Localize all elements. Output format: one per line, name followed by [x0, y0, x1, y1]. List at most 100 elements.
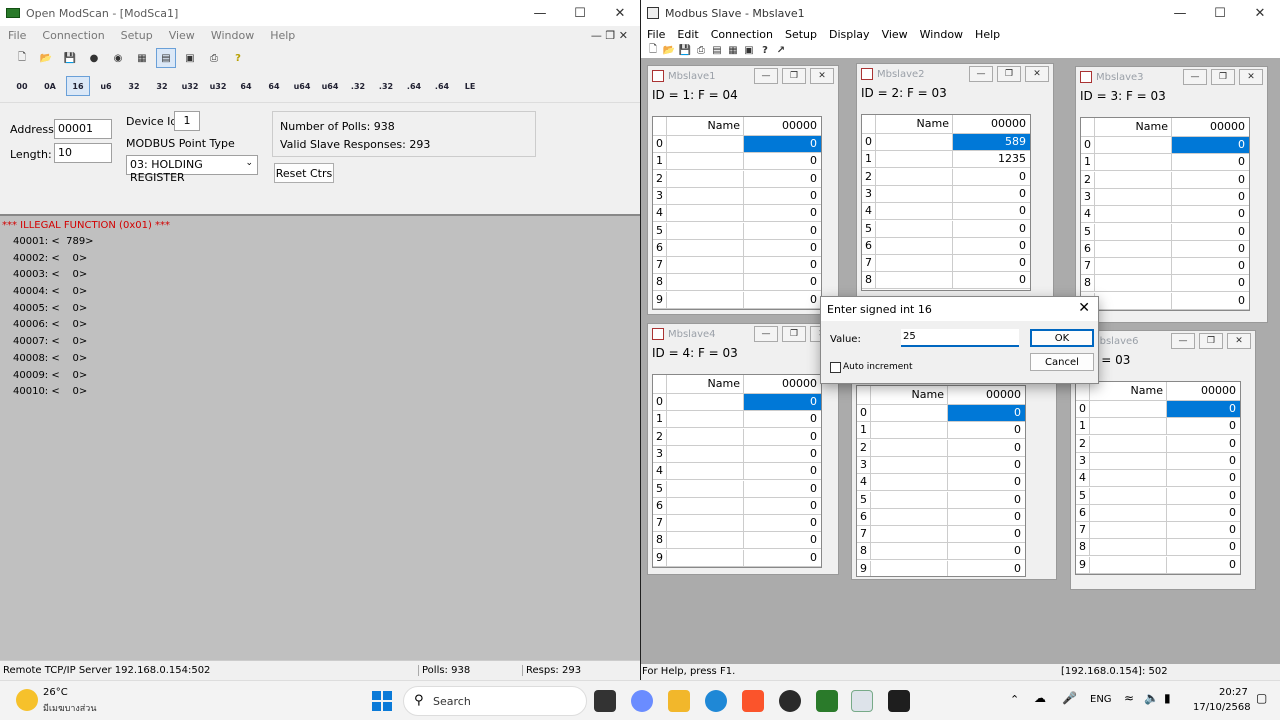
- restore-button[interactable]: ❐: [997, 66, 1021, 82]
- wifi-icon[interactable]: ≈: [1124, 691, 1134, 705]
- close-icon[interactable]: ✕: [1078, 300, 1090, 316]
- table-row[interactable]: 5 0: [862, 220, 1030, 238]
- row-value[interactable]: 0: [744, 550, 821, 566]
- print-icon[interactable]: ⎙: [204, 48, 224, 68]
- row-name[interactable]: [667, 463, 744, 480]
- restore-button[interactable]: ❐: [1211, 69, 1235, 85]
- dialog-titlebar[interactable]: Enter signed int 16 ✕: [821, 297, 1098, 321]
- context-help-icon[interactable]: ↗: [774, 43, 788, 57]
- format-1-button[interactable]: 0A: [38, 76, 62, 96]
- row-name[interactable]: [1090, 401, 1167, 417]
- row-value[interactable]: 0: [744, 532, 821, 548]
- menu-window[interactable]: Window: [203, 29, 262, 42]
- table-row[interactable]: 2 0: [1081, 171, 1249, 189]
- format-6-button[interactable]: u32: [178, 76, 202, 96]
- table-row[interactable]: 7 0: [1076, 522, 1240, 540]
- log-icon[interactable]: ▣: [180, 48, 200, 68]
- row-name[interactable]: [871, 543, 948, 560]
- help-icon[interactable]: ?: [228, 48, 248, 68]
- point-type-select[interactable]: 03: HOLDING REGISTER ⌄: [126, 155, 258, 184]
- row-value[interactable]: 0: [953, 203, 1030, 219]
- row-name[interactable]: [667, 274, 744, 291]
- disconnect-icon[interactable]: ◉: [108, 48, 128, 68]
- minimize-button[interactable]: —: [520, 0, 560, 26]
- row-name[interactable]: [1095, 240, 1172, 257]
- table-row[interactable]: 0 0: [653, 394, 821, 411]
- slave-window-2[interactable]: Mbslave2 — ❐ ✕ ID = 2: F = 03 Name 00000 0 …: [856, 63, 1054, 313]
- address-input[interactable]: 00001: [54, 119, 112, 139]
- row-name[interactable]: [1090, 504, 1167, 521]
- row-name[interactable]: [667, 136, 744, 152]
- row-value[interactable]: 0: [744, 274, 821, 290]
- table-row[interactable]: 9 0: [1081, 292, 1249, 310]
- table-row[interactable]: 2 0: [653, 428, 821, 446]
- row-value[interactable]: 0: [1172, 154, 1249, 170]
- close-button[interactable]: ✕: [1240, 0, 1280, 26]
- row-name[interactable]: [1095, 137, 1172, 153]
- row-value[interactable]: 0: [1172, 137, 1249, 153]
- row-value[interactable]: 0: [948, 543, 1025, 559]
- clock-time[interactable]: 20:27: [1219, 687, 1248, 698]
- volume-icon[interactable]: 🔈: [1144, 691, 1159, 705]
- row-name[interactable]: [871, 560, 948, 576]
- restore-button[interactable]: ❐: [782, 68, 806, 84]
- table-row[interactable]: 1 0: [1081, 154, 1249, 172]
- format-10-button[interactable]: u64: [290, 76, 314, 96]
- row-value[interactable]: 0: [744, 257, 821, 273]
- row-name[interactable]: [871, 474, 948, 491]
- row-value[interactable]: 0: [953, 238, 1030, 254]
- table-row[interactable]: 6 0: [862, 237, 1030, 255]
- auto-increment-checkbox[interactable]: [830, 362, 841, 373]
- menu-window[interactable]: Window: [914, 28, 969, 41]
- row-name[interactable]: [667, 549, 744, 566]
- menu-help[interactable]: Help: [969, 28, 1006, 41]
- row-name[interactable]: [667, 187, 744, 204]
- menu-setup[interactable]: Setup: [113, 29, 161, 42]
- row-value[interactable]: 589: [953, 134, 1030, 150]
- row-name[interactable]: [667, 480, 744, 497]
- row-name[interactable]: [667, 532, 744, 549]
- row-value[interactable]: 0: [744, 515, 821, 531]
- new-icon[interactable]: 🗋: [646, 43, 660, 57]
- cloud-icon[interactable]: ☁: [1034, 691, 1046, 705]
- menu-connection[interactable]: Connection: [705, 28, 779, 41]
- row-name[interactable]: [1095, 188, 1172, 205]
- slave-window-3[interactable]: Mbslave3 — ❐ ✕ ID = 3: F = 03 Name 00000 0 …: [1075, 66, 1268, 323]
- minimize-button[interactable]: —: [754, 68, 778, 84]
- table-row[interactable]: 1 1235: [862, 151, 1030, 169]
- table-row[interactable]: 3 0: [857, 456, 1025, 474]
- display-icon[interactable]: ▦: [132, 48, 152, 68]
- table-row[interactable]: 5 0: [653, 222, 821, 240]
- table-row[interactable]: 4 0: [653, 205, 821, 223]
- row-value[interactable]: 0: [744, 171, 821, 187]
- table-row[interactable]: 7 0: [857, 526, 1025, 544]
- row-value[interactable]: 0: [948, 492, 1025, 508]
- format-2-button[interactable]: 16: [66, 76, 90, 96]
- row-name[interactable]: [876, 203, 953, 220]
- row-value[interactable]: 0: [744, 292, 821, 308]
- row-value[interactable]: 0: [1167, 539, 1240, 555]
- row-value[interactable]: 0: [1167, 436, 1240, 452]
- row-value[interactable]: 0: [1167, 418, 1240, 434]
- save-icon[interactable]: 💾: [678, 43, 692, 57]
- connect-icon[interactable]: ●: [84, 48, 104, 68]
- row-value[interactable]: 0: [744, 153, 821, 169]
- table-row[interactable]: 9 0: [1076, 556, 1240, 574]
- row-name[interactable]: [1095, 206, 1172, 223]
- cancel-button[interactable]: Cancel: [1030, 353, 1094, 371]
- row-name[interactable]: [1090, 435, 1167, 452]
- slave-window-4[interactable]: Mbslave4 —❐✕ID = 4: F = 03 Name 00000 0 …: [647, 323, 839, 575]
- table-row[interactable]: 6 0: [1081, 240, 1249, 258]
- row-value[interactable]: 0: [744, 136, 821, 152]
- row-value[interactable]: 0: [948, 526, 1025, 542]
- format-5-button[interactable]: 32: [150, 76, 174, 96]
- table-row[interactable]: 9 0: [653, 549, 821, 567]
- row-name[interactable]: [1090, 470, 1167, 487]
- table-row[interactable]: 8 0: [857, 543, 1025, 561]
- table-row[interactable]: 3 0: [653, 187, 821, 205]
- table-row[interactable]: 1 0: [653, 411, 821, 429]
- row-name[interactable]: [667, 411, 744, 428]
- menu-display[interactable]: Display: [823, 28, 876, 41]
- row-name[interactable]: [667, 170, 744, 187]
- table-row[interactable]: 5 0: [1076, 487, 1240, 505]
